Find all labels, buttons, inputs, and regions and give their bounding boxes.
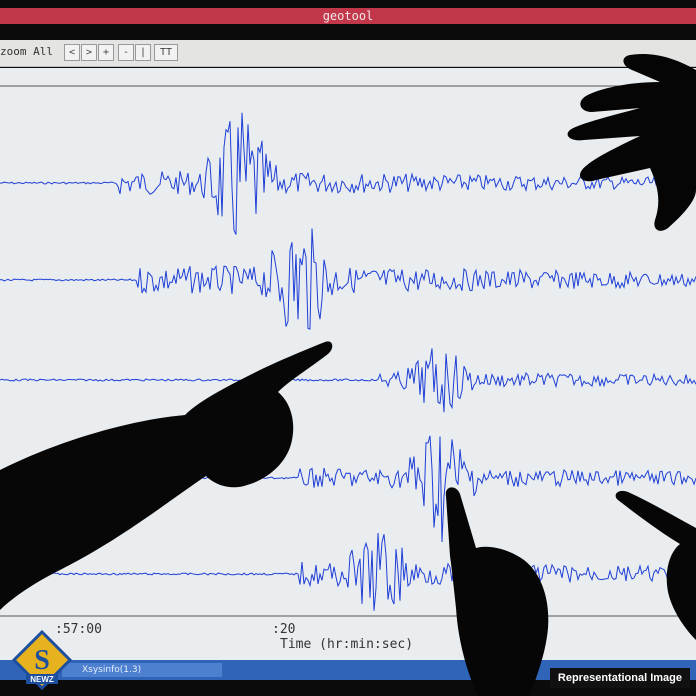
center-pointing-hand-silhouette [445, 487, 549, 696]
photo-scene: geotool zoom All < > + - | TT :57:00 :20… [0, 0, 696, 696]
svg-text:NEWZ: NEWZ [30, 675, 54, 684]
svg-text:S: S [34, 645, 50, 676]
image-caption: Representational Image [549, 668, 690, 688]
open-hand-silhouette [567, 53, 696, 231]
left-pointing-hand-silhouette [0, 341, 333, 610]
hand-silhouettes [0, 53, 696, 696]
newz-logo: S NEWZ [12, 630, 72, 690]
right-pointing-hand-silhouette [615, 490, 696, 640]
newz-logo-mark: S NEWZ [12, 630, 72, 690]
